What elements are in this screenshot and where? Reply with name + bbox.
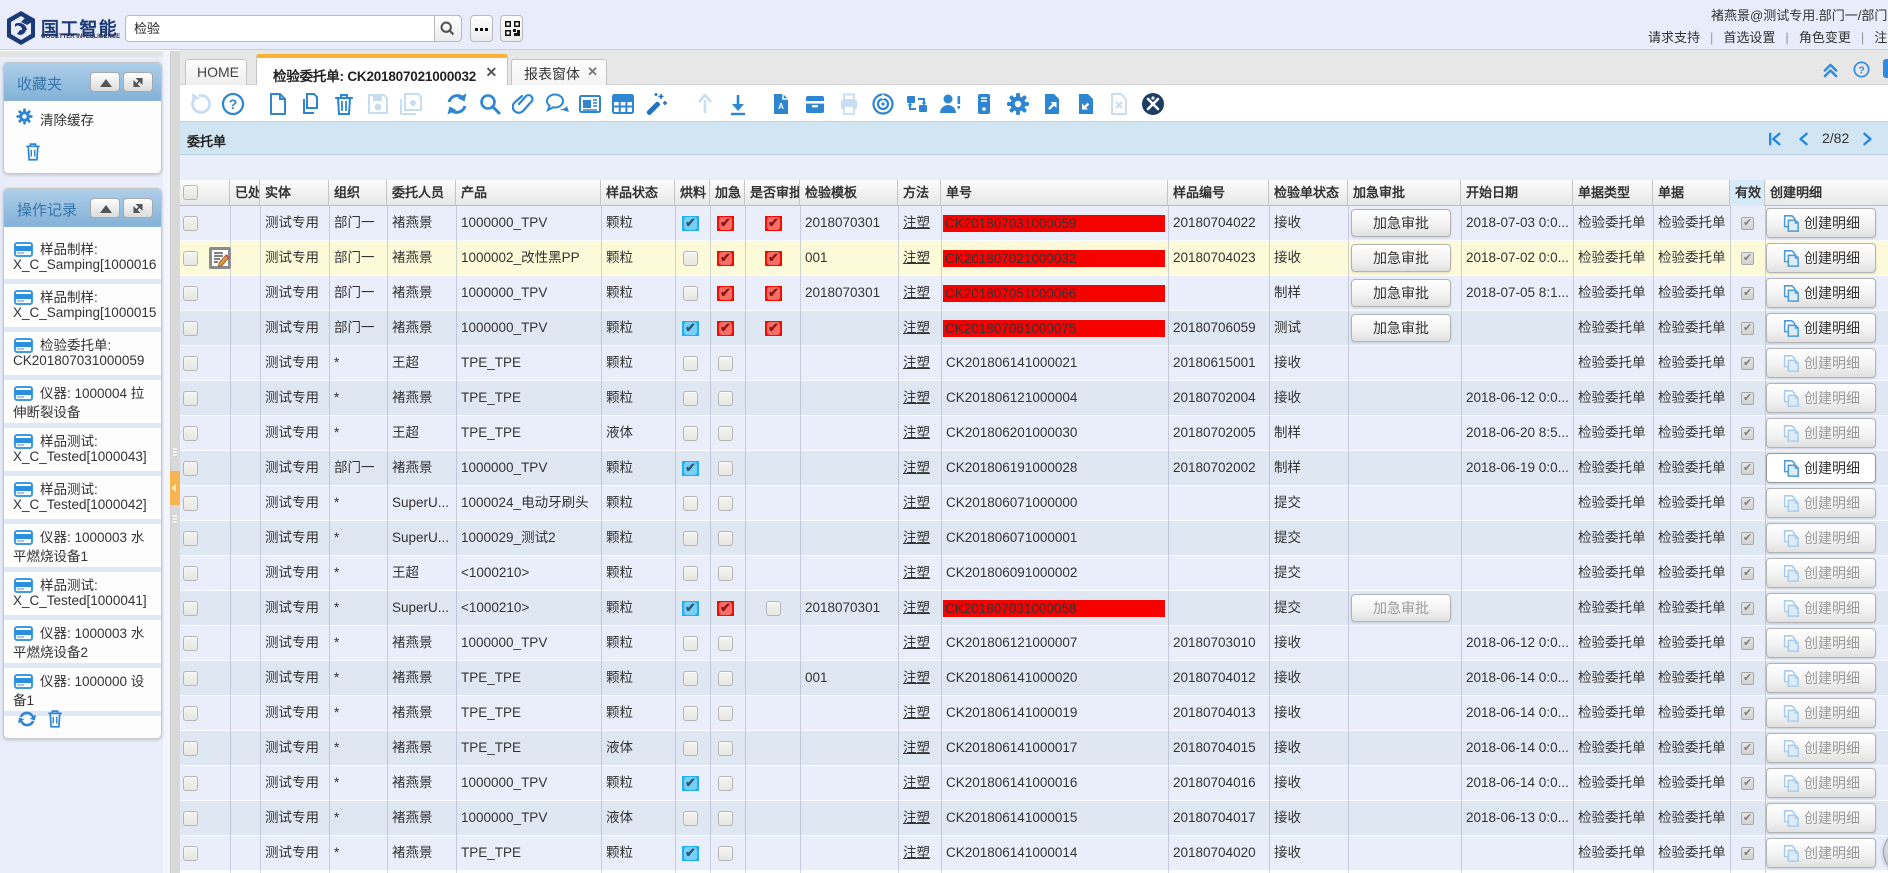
svg-text:A: A [778, 102, 784, 111]
svg-text:?: ? [1858, 65, 1864, 76]
svg-text:?: ? [229, 96, 238, 112]
